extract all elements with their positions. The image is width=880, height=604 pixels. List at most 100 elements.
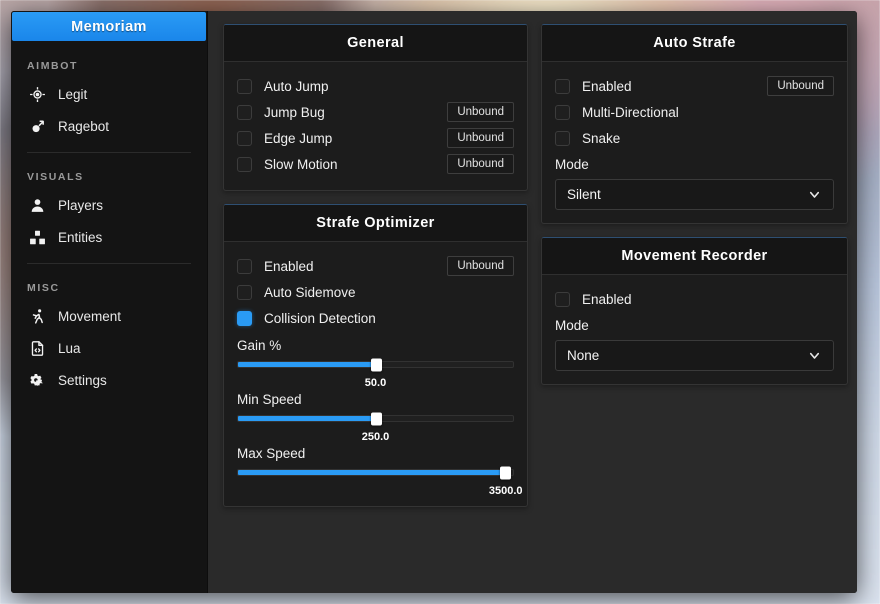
sidebar-group-misc: MISC Movement Lua Settings: [11, 264, 207, 396]
checkbox-collision-detection[interactable]: [237, 310, 252, 326]
panel-movement-recorder-title: Movement Recorder: [621, 248, 768, 264]
movement-recorder-rows: Enabled: [555, 286, 834, 312]
sidebar-item-movement[interactable]: Movement: [11, 300, 207, 332]
option-label: Enabled: [582, 291, 632, 307]
sidebar-item-ragebot[interactable]: Ragebot: [11, 110, 207, 142]
sidebar-item-legit[interactable]: Legit: [11, 78, 207, 110]
keybind-button-jump-bug[interactable]: Unbound: [447, 102, 514, 122]
sidebar-item-label: Players: [58, 197, 104, 213]
panel-strafe-optimizer-header: Strafe Optimizer: [224, 205, 527, 242]
panel-strafe-optimizer-title: Strafe Optimizer: [316, 215, 435, 231]
auto-strafe-mode-dropdown[interactable]: Silent: [555, 179, 834, 210]
panel-movement-recorder-body: Enabled Mode None: [542, 275, 847, 384]
sidebar-item-players[interactable]: Players: [11, 189, 207, 221]
slider-foot: 3500.0: [237, 476, 523, 497]
auto-strafe-mode-label: Mode: [555, 157, 589, 172]
slider-track-min-speed[interactable]: [237, 412, 514, 425]
brand-title: Memoriam: [71, 18, 147, 35]
slider-foot: 50.0: [237, 368, 514, 389]
option-row-edge-jump: Edge Jump Unbound: [237, 125, 514, 151]
sidebar-group-label-visuals: VISUALS: [27, 171, 84, 183]
option-row-auto-jump: Auto Jump: [237, 73, 514, 99]
checkbox-multi-directional[interactable]: [555, 104, 570, 120]
checkbox-enabled[interactable]: [237, 258, 252, 274]
keybind-button-enabled[interactable]: Unbound: [767, 76, 834, 96]
sidebar-item-label: Entities: [58, 229, 103, 245]
panel-movement-recorder-header: Movement Recorder: [542, 238, 847, 275]
panel-general-body: Auto Jump Jump Bug Unbound Edge Jump Unbound…: [224, 62, 527, 190]
panel-auto-strafe-title: Auto Strafe: [653, 35, 736, 51]
checkbox-edge-jump[interactable]: [237, 130, 252, 146]
sidebar-item-entities[interactable]: Entities: [11, 221, 207, 253]
general-rows: Auto Jump Jump Bug Unbound Edge Jump Unbound…: [237, 73, 514, 177]
option-row-slow-motion: Slow Motion Unbound: [237, 151, 514, 177]
option-row-enabled: Enabled Unbound: [237, 253, 514, 279]
option-label: Enabled: [264, 258, 314, 274]
keybind-button-edge-jump[interactable]: Unbound: [447, 128, 514, 148]
movement-recorder-mode-label: Mode: [555, 318, 589, 333]
sidebar-group-label-aimbot: AIMBOT: [27, 60, 79, 72]
option-label: Jump Bug: [264, 104, 325, 120]
boxes-icon: [29, 229, 46, 246]
chevron-down-icon: [807, 348, 822, 363]
slider-track-gain[interactable]: [237, 358, 514, 371]
sidebar: Memoriam AIMBOT Legit Ragebot VISUALS Player…: [11, 11, 208, 593]
keybind-button-enabled[interactable]: Unbound: [447, 256, 514, 276]
chevron-down-icon: [807, 187, 822, 202]
checkbox-slow-motion[interactable]: [237, 156, 252, 172]
panel-auto-strafe-body: Enabled Unbound Multi-Directional Snake Mod…: [542, 62, 847, 223]
option-row-auto-sidemove: Auto Sidemove: [237, 279, 514, 305]
option-label: Enabled: [582, 78, 632, 94]
slider-label: Min Speed: [237, 392, 302, 407]
sidebar-group-visuals: VISUALS Players Entities: [11, 153, 207, 253]
slider-label: Gain %: [237, 338, 282, 353]
sidebar-item-lua[interactable]: Lua: [11, 332, 207, 364]
mars-symbol-icon: [29, 118, 46, 135]
sidebar-item-label: Lua: [58, 340, 81, 356]
checkbox-enabled[interactable]: [555, 78, 570, 94]
sidebar-item-settings[interactable]: Settings: [11, 364, 207, 396]
option-label: Edge Jump: [264, 130, 333, 146]
panel-general-header: General: [224, 25, 527, 62]
slider-fill: [238, 470, 505, 475]
gears-icon: [29, 372, 46, 389]
keybind-button-slow-motion[interactable]: Unbound: [447, 154, 514, 174]
sidebar-item-label: Ragebot: [58, 118, 110, 134]
slider-max-speed: Max Speed 3500.0: [237, 446, 523, 497]
option-row-snake: Snake: [555, 125, 834, 151]
checkbox-snake[interactable]: [555, 130, 570, 146]
checkbox-jump-bug[interactable]: [237, 104, 252, 120]
option-row-jump-bug: Jump Bug Unbound: [237, 99, 514, 125]
content-area: General Auto Jump Jump Bug Unbound Edge Jum…: [208, 11, 857, 593]
panel-auto-strafe: Auto Strafe Enabled Unbound Multi-Directio…: [541, 24, 848, 224]
slider-fill: [238, 362, 376, 367]
movement-recorder-mode-value: None: [567, 348, 600, 363]
cheat-menu-window: Memoriam AIMBOT Legit Ragebot VISUALS Player…: [11, 11, 857, 593]
option-row-enabled: Enabled: [555, 286, 834, 312]
checkbox-auto-sidemove[interactable]: [237, 284, 252, 300]
strafe-optimizer-rows: Enabled Unbound Auto Sidemove Collision Det…: [237, 253, 514, 331]
left-column: General Auto Jump Jump Bug Unbound Edge Jum…: [223, 24, 528, 507]
panel-movement-recorder: Movement Recorder Enabled Mode None: [541, 237, 848, 385]
slider-value-max-speed: 3500.0: [488, 485, 523, 497]
movement-recorder-mode-dropdown[interactable]: None: [555, 340, 834, 371]
sidebar-item-label: Settings: [58, 372, 107, 388]
checkbox-auto-jump[interactable]: [237, 78, 252, 94]
checkbox-enabled[interactable]: [555, 291, 570, 307]
right-column: Auto Strafe Enabled Unbound Multi-Directio…: [541, 24, 848, 385]
person-icon: [29, 197, 46, 214]
panel-general-title: General: [347, 35, 404, 51]
auto-strafe-mode-value: Silent: [567, 187, 601, 202]
code-file-icon: [29, 340, 46, 357]
option-label: Auto Jump: [264, 78, 329, 94]
slider-gain: Gain % 50.0: [237, 338, 514, 389]
strafe-optimizer-sliders: Gain % 50.0 Min Speed 250.0 Max Speed 3500.0: [237, 338, 523, 497]
sidebar-item-label: Movement: [58, 308, 122, 324]
option-label: Multi-Directional: [582, 104, 679, 120]
option-label: Auto Sidemove: [264, 284, 356, 300]
sidebar-nav: AIMBOT Legit Ragebot VISUALS Players Entities…: [11, 42, 207, 396]
slider-fill: [238, 416, 376, 421]
slider-track-max-speed[interactable]: [237, 466, 514, 479]
option-row-collision-detection: Collision Detection: [237, 305, 514, 331]
slider-label: Max Speed: [237, 446, 306, 461]
